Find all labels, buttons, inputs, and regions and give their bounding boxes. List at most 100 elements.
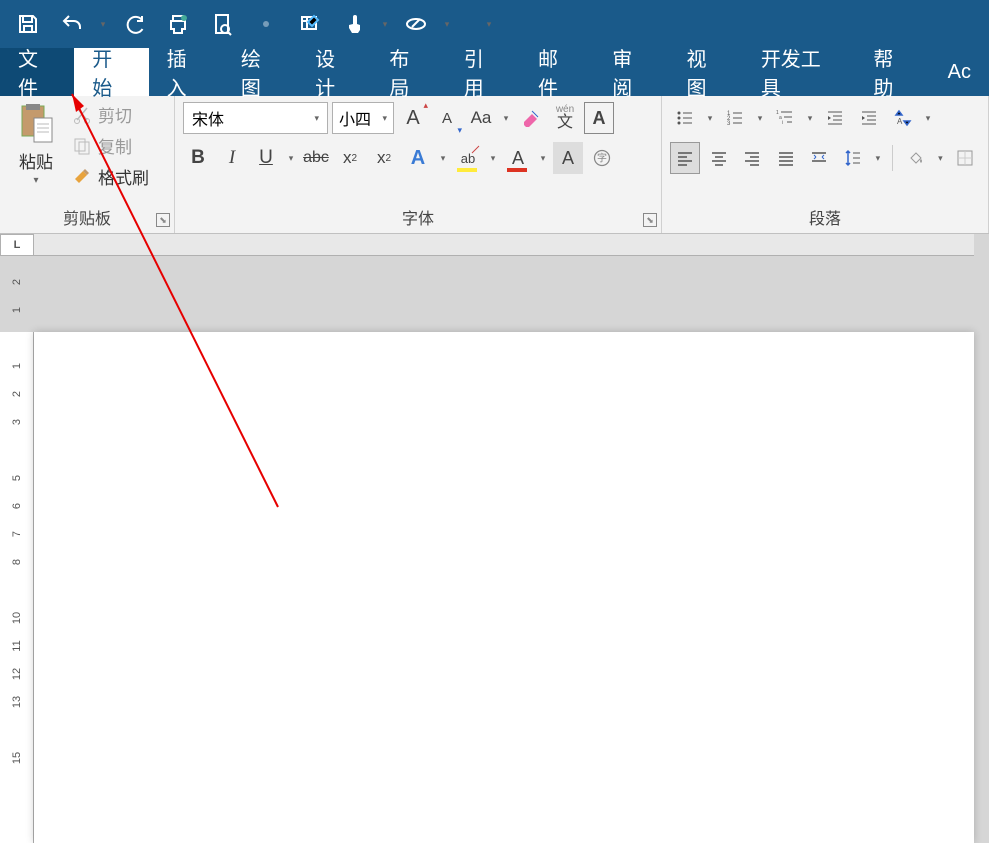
pen-dropdown[interactable]: ▾	[440, 19, 454, 30]
document-area: L 2 1 1 2 3 5 6 7 8 10 11 12 13 15	[0, 234, 989, 843]
clipboard-group-label: 剪贴板	[8, 201, 166, 233]
tab-design[interactable]: 设计	[297, 48, 371, 96]
undo-button[interactable]	[52, 4, 92, 44]
copy-icon	[72, 136, 92, 156]
table-edit-button[interactable]	[290, 4, 330, 44]
shading-dropdown[interactable]: ▾	[934, 153, 946, 164]
justify-button[interactable]	[771, 142, 801, 174]
decrease-indent-button[interactable]	[820, 102, 850, 134]
font-size-combo[interactable]: 小四▾	[332, 102, 394, 134]
preview-icon	[210, 12, 234, 36]
tab-home[interactable]: 开始	[74, 48, 148, 96]
grow-font-button[interactable]: A▴	[398, 102, 428, 134]
text-effects-button[interactable]: A	[403, 142, 433, 174]
multilevel-dropdown[interactable]: ▾	[804, 113, 816, 124]
highlight-dropdown[interactable]: ▾	[487, 153, 499, 164]
font-color-dropdown[interactable]: ▾	[537, 153, 549, 164]
char-shading-button[interactable]: A	[553, 142, 583, 174]
subscript-button[interactable]: x2	[335, 142, 365, 174]
document-page[interactable]	[34, 332, 974, 843]
align-right-button[interactable]	[737, 142, 767, 174]
tab-draw[interactable]: 绘图	[223, 48, 297, 96]
multilevel-button[interactable]: 1ai	[770, 102, 800, 134]
save-button[interactable]	[8, 4, 48, 44]
tab-extra[interactable]: Ac	[930, 48, 989, 96]
paragraph-group-label: 段落	[670, 201, 980, 233]
distribute-button[interactable]	[805, 142, 835, 174]
copy-button[interactable]: 复制	[72, 133, 149, 158]
strikethrough-button[interactable]: abc	[301, 142, 331, 174]
svg-text:3: 3	[727, 121, 731, 127]
line-spacing-dropdown[interactable]: ▾	[872, 153, 884, 164]
bullets-dropdown[interactable]: ▾	[704, 113, 716, 124]
ruler-tick: 1	[11, 293, 23, 327]
paste-dropdown[interactable]: ▾	[33, 175, 38, 186]
numbering-button[interactable]: 123	[720, 102, 750, 134]
bullets-button[interactable]	[670, 102, 700, 134]
table-edit-icon	[298, 12, 322, 36]
tab-insert[interactable]: 插入	[149, 48, 223, 96]
pen-icon	[404, 12, 428, 36]
ruler-tick: 13	[11, 685, 23, 719]
tab-file[interactable]: 文件	[0, 48, 74, 96]
draw-pen-button[interactable]	[396, 4, 436, 44]
bold-button[interactable]: B	[183, 142, 213, 174]
group-font: 宋体▾ 小四▾ A▴ A▾ Aa ▾ wén文 A B I U ▾ abc x2…	[175, 96, 662, 233]
italic-button[interactable]: I	[217, 142, 247, 174]
font-color-button[interactable]: A	[503, 142, 533, 174]
font-launcher[interactable]: ⬊	[643, 213, 657, 227]
group-paragraph: ▾ 123 ▾ 1ai ▾ A ▾ ▾ ▾	[662, 96, 989, 233]
redo-button[interactable]	[114, 4, 154, 44]
align-left-button[interactable]	[670, 142, 700, 174]
change-case-dropdown[interactable]: ▾	[500, 113, 512, 124]
svg-text:字: 字	[597, 151, 607, 164]
change-case-button[interactable]: Aa	[466, 102, 496, 134]
bucket-icon	[906, 148, 926, 168]
bullets-icon	[675, 108, 695, 128]
paste-label[interactable]: 粘贴	[19, 148, 53, 173]
touch-dropdown[interactable]: ▾	[378, 19, 392, 30]
horizontal-ruler[interactable]	[34, 234, 989, 256]
clear-format-button[interactable]	[516, 102, 546, 134]
borders-button[interactable]	[950, 142, 980, 174]
tab-review[interactable]: 审阅	[594, 48, 668, 96]
tab-mailings[interactable]: 邮件	[520, 48, 594, 96]
tab-developer[interactable]: 开发工具	[743, 48, 856, 96]
underline-button[interactable]: U	[251, 142, 281, 174]
enclose-char-button[interactable]: 字	[587, 142, 617, 174]
tab-layout[interactable]: 布局	[371, 48, 445, 96]
vertical-ruler[interactable]: 2 1 1 2 3 5 6 7 8 10 11 12 13 15	[0, 256, 34, 843]
sort-button[interactable]: A	[888, 102, 918, 134]
clipboard-launcher[interactable]: ⬊	[156, 213, 170, 227]
text-effects-dropdown[interactable]: ▾	[437, 153, 449, 164]
tab-help[interactable]: 帮助	[855, 48, 929, 96]
font-name-combo[interactable]: 宋体▾	[183, 102, 328, 134]
tab-references[interactable]: 引用	[446, 48, 520, 96]
format-painter-button[interactable]: 格式刷	[72, 164, 149, 189]
justify-icon	[776, 148, 796, 168]
tab-view[interactable]: 视图	[669, 48, 743, 96]
save-icon	[16, 12, 40, 36]
undo-dropdown[interactable]: ▾	[96, 19, 110, 30]
align-center-button[interactable]	[704, 142, 734, 174]
underline-dropdown[interactable]: ▾	[285, 153, 297, 164]
increase-indent-button[interactable]	[854, 102, 884, 134]
highlight-button[interactable]: ab	[453, 142, 483, 174]
numbering-dropdown[interactable]: ▾	[754, 113, 766, 124]
ruler-corner[interactable]: L	[0, 234, 34, 256]
paste-icon[interactable]	[16, 102, 56, 146]
quick-print-button[interactable]	[158, 4, 198, 44]
qat-customize-dropdown[interactable]: ▾	[482, 19, 496, 30]
touch-mode-button[interactable]	[334, 4, 374, 44]
phonetic-button[interactable]: wén文	[550, 102, 580, 134]
font-group-label: 字体	[183, 201, 653, 233]
print-preview-button[interactable]	[202, 4, 242, 44]
cut-button[interactable]: 剪切	[72, 102, 149, 127]
char-border-button[interactable]: A	[584, 102, 614, 134]
sort-dropdown[interactable]: ▾	[922, 113, 934, 124]
shrink-font-button[interactable]: A▾	[432, 102, 462, 134]
ribbon: 粘贴 ▾ 剪切 复制 格式刷 剪贴板 ⬊	[0, 96, 989, 234]
shading-button[interactable]	[901, 142, 931, 174]
superscript-button[interactable]: x2	[369, 142, 399, 174]
line-spacing-button[interactable]	[838, 142, 868, 174]
